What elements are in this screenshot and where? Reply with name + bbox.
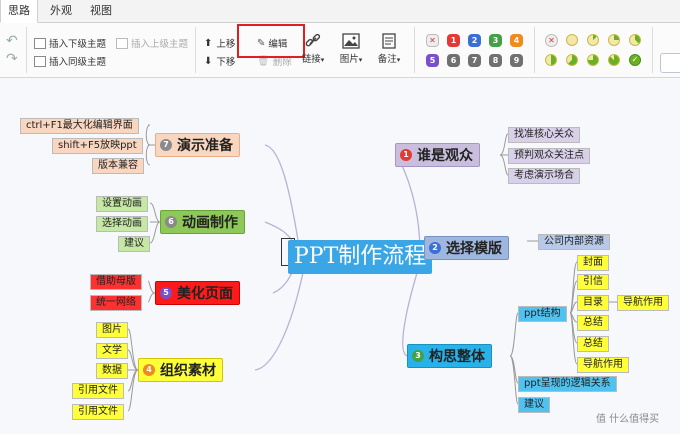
- leaf-unify[interactable]: 统一网络: [90, 295, 142, 311]
- arrow-up-icon: ⬆: [204, 37, 213, 49]
- leaf-toc[interactable]: 目录: [577, 295, 609, 311]
- leaf-shift-f5[interactable]: shift+F5放映ppt: [52, 138, 143, 154]
- move-down-button[interactable]: ⬇ 下移: [204, 54, 235, 69]
- insert-parent-icon: [116, 37, 128, 49]
- leaf-text[interactable]: 文学: [96, 343, 128, 359]
- leaf-suggestion[interactable]: 建议: [118, 236, 150, 252]
- priority-4-badge: 4: [143, 364, 155, 376]
- insert-child-icon: [34, 37, 46, 49]
- priority-6-badge: 6: [165, 216, 177, 228]
- priority-5-badge: 5: [160, 287, 172, 299]
- priority-1-badge: 1: [400, 149, 412, 161]
- priority-9-icon[interactable]: 9: [510, 54, 523, 67]
- ribbon-toolbar: ↶ ↷ 插入下级主题 插入上级主题 插入同级主题 ⬆ 上移 ⬇ 下移 ✎ 编辑 🗑 删除…: [0, 23, 680, 78]
- priority-3-badge: 3: [412, 350, 424, 362]
- leaf-summary-1[interactable]: 总结: [577, 315, 609, 331]
- ribbon-tabs: 思路 外观 视图: [0, 0, 680, 23]
- leaf-intro[interactable]: 引信: [577, 274, 609, 290]
- progress-2-icon[interactable]: [608, 34, 620, 46]
- leaf-master[interactable]: 借助母版: [90, 274, 142, 290]
- link-icon: [305, 33, 321, 47]
- tab-view[interactable]: 视图: [86, 0, 116, 22]
- progress-5-icon[interactable]: [566, 54, 578, 66]
- priority-7-badge: 7: [160, 139, 172, 151]
- leaf-overall-suggestion[interactable]: 建议: [518, 397, 550, 413]
- insert-sibling-button[interactable]: 插入同级主题: [34, 54, 106, 68]
- note-button[interactable]: 备注▾: [376, 33, 402, 65]
- leaf-occasion[interactable]: 考虑演示场合: [508, 168, 580, 184]
- leaf-choose-animation[interactable]: 选择动画: [96, 216, 148, 232]
- progress-0-icon[interactable]: [566, 34, 578, 46]
- link-button[interactable]: 链接▾: [300, 33, 326, 65]
- topic-beautify[interactable]: 5 美化页面: [155, 281, 240, 305]
- priority-4-icon[interactable]: 4: [510, 34, 523, 47]
- image-button[interactable]: 图片▾: [338, 33, 364, 65]
- center-topic[interactable]: PPT制作流程: [288, 240, 433, 274]
- topic-audience[interactable]: 1 谁是观众: [395, 143, 480, 167]
- image-icon: [342, 33, 360, 49]
- leaf-navigation[interactable]: 导航作用: [577, 357, 629, 373]
- clear-progress-icon[interactable]: ✕: [545, 34, 558, 47]
- note-icon: [382, 33, 396, 49]
- priority-8-icon[interactable]: 8: [489, 54, 502, 67]
- edit-highlight-box: [237, 24, 305, 58]
- move-up-button[interactable]: ⬆ 上移: [204, 36, 235, 51]
- leaf-images[interactable]: 图片: [96, 322, 128, 338]
- search-input[interactable]: [660, 53, 680, 73]
- topic-materials[interactable]: 4 组织素材: [138, 358, 223, 382]
- topic-template[interactable]: 2 选择模版: [424, 236, 509, 260]
- leaf-summary-2[interactable]: 总结: [577, 336, 609, 352]
- leaf-predict-focus[interactable]: 预判观众关注点: [508, 148, 590, 164]
- leaf-version[interactable]: 版本兼容: [92, 158, 144, 174]
- leaf-cover[interactable]: 封面: [577, 255, 609, 271]
- mindmap-canvas: PPT制作流程 7 演示准备 ctrl+F1最大化编辑界面 shift+F5放映p…: [0, 78, 680, 434]
- progress-7-icon[interactable]: [608, 54, 620, 66]
- priority-2-icon[interactable]: 2: [468, 34, 481, 47]
- topic-animation[interactable]: 6 动画制作: [160, 210, 245, 234]
- leaf-data[interactable]: 数据: [96, 363, 128, 379]
- undo-icon[interactable]: ↶: [6, 33, 18, 49]
- leaf-set-animation[interactable]: 设置动画: [96, 196, 148, 212]
- progress-6-icon[interactable]: [587, 54, 599, 66]
- progress-complete-icon[interactable]: ✓: [629, 54, 641, 66]
- insert-parent-button[interactable]: 插入上级主题: [116, 36, 188, 50]
- leaf-logic-relation[interactable]: ppt呈现的逻辑关系: [518, 376, 617, 392]
- tab-appearance[interactable]: 外观: [46, 0, 76, 22]
- progress-4-icon[interactable]: [545, 54, 557, 66]
- insert-sibling-icon: [34, 55, 46, 67]
- leaf-reference-1[interactable]: 引用文件: [72, 383, 124, 399]
- progress-3-icon[interactable]: [629, 34, 641, 46]
- progress-1-icon[interactable]: [587, 34, 599, 46]
- topic-presentation-prep[interactable]: 7 演示准备: [155, 133, 240, 157]
- leaf-company-resource[interactable]: 公司内部资源: [538, 234, 610, 250]
- leaf-ctrl-f1[interactable]: ctrl+F1最大化编辑界面: [20, 118, 139, 134]
- arrow-down-icon: ⬇: [204, 55, 213, 67]
- topic-overall[interactable]: 3 构思整体: [407, 344, 492, 368]
- leaf-ppt-structure[interactable]: ppt结构: [518, 306, 567, 322]
- priority-1-icon[interactable]: 1: [447, 34, 460, 47]
- watermark: 值 什么值得买: [596, 414, 660, 425]
- leaf-core-audience[interactable]: 找准核心关众: [508, 127, 580, 143]
- redo-icon[interactable]: ↷: [6, 51, 18, 67]
- priority-3-icon[interactable]: 3: [489, 34, 502, 47]
- clear-priority-icon[interactable]: ✕: [426, 34, 439, 47]
- tab-thinking[interactable]: 思路: [0, 0, 38, 23]
- leaf-toc-navigation[interactable]: 导航作用: [617, 295, 669, 311]
- leaf-reference-2[interactable]: 引用文件: [72, 404, 124, 420]
- priority-6-icon[interactable]: 6: [447, 54, 460, 67]
- priority-2-badge: 2: [429, 242, 441, 254]
- priority-7-icon[interactable]: 7: [468, 54, 481, 67]
- priority-5-icon[interactable]: 5: [426, 54, 439, 67]
- insert-child-button[interactable]: 插入下级主题: [34, 36, 106, 50]
